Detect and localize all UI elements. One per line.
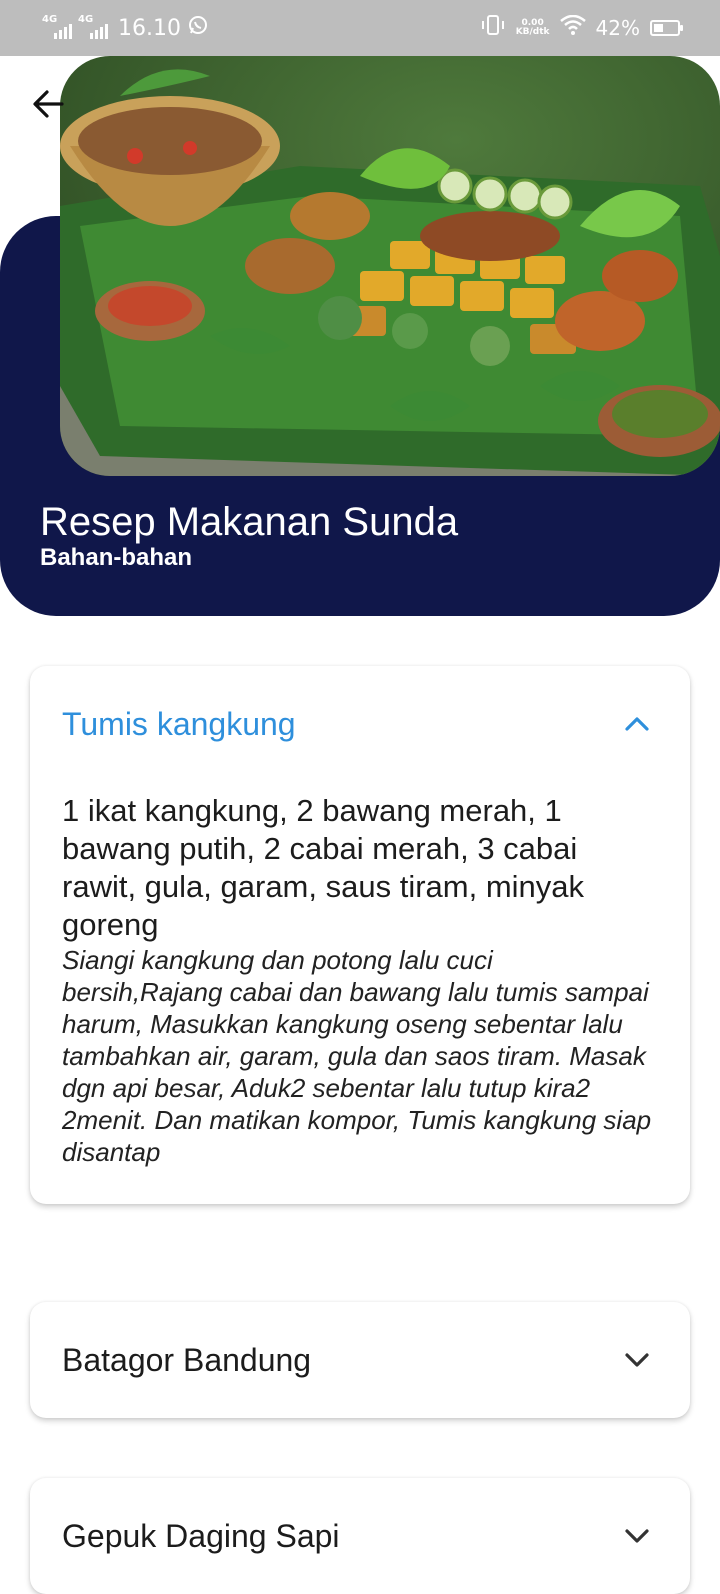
recipe-header[interactable]: Gepuk Daging Sapi	[30, 1478, 690, 1594]
wifi-icon	[559, 14, 586, 40]
battery-icon	[650, 19, 683, 36]
hero-food-image	[60, 56, 720, 476]
recipe-body: 1 ikat kangkung, 2 bawang merah, 1 bawan…	[30, 782, 690, 1204]
recipe-title: Gepuk Daging Sapi	[62, 1518, 340, 1554]
recipe-title: Batagor Bandung	[62, 1342, 312, 1378]
network-speed: 0.00 KB/dtk	[515, 17, 550, 37]
page-subtitle: Bahan-bahan	[40, 544, 193, 571]
page-title: Resep Makanan Sunda	[40, 500, 459, 544]
recipe-card-batagor-bandung[interactable]: Batagor Bandung	[30, 1302, 690, 1418]
recipe-header[interactable]: Tumis kangkung	[30, 666, 690, 782]
recipe-title: Tumis kangkung	[62, 706, 296, 742]
signal-4g-icon-1: 4G	[42, 14, 72, 39]
back-button[interactable]	[26, 82, 70, 126]
recipe-header[interactable]: Batagor Bandung	[30, 1302, 690, 1418]
chevron-down-icon	[625, 1353, 649, 1367]
status-right: 0.00 KB/dtk 42%	[480, 14, 683, 41]
chevron-up-icon	[625, 717, 649, 731]
vibrate-icon	[480, 14, 506, 41]
status-time: 16.10	[118, 15, 181, 41]
recipe-steps: Siangi kangkung dan potong lalu cuci ber…	[62, 945, 652, 1167]
arrow-left-icon	[33, 90, 64, 118]
battery-percent: 42%	[595, 15, 640, 40]
recipe-card-tumis-kangkung: Tumis kangkung 1 ikat kangkung, 2 bawang…	[30, 666, 690, 1204]
signal-4g-icon-2: 4G	[78, 14, 108, 39]
status-bar: 4G 4G 16.10 0.00 KB/dtk 42%	[0, 0, 720, 56]
whatsapp-icon	[187, 14, 209, 42]
status-left: 4G 4G 16.10	[42, 14, 209, 42]
recipe-ingredients: 1 ikat kangkung, 2 bawang merah, 1 bawan…	[62, 793, 585, 942]
chevron-down-icon	[625, 1529, 649, 1543]
recipe-card-gepuk-daging-sapi[interactable]: Gepuk Daging Sapi	[30, 1478, 690, 1594]
